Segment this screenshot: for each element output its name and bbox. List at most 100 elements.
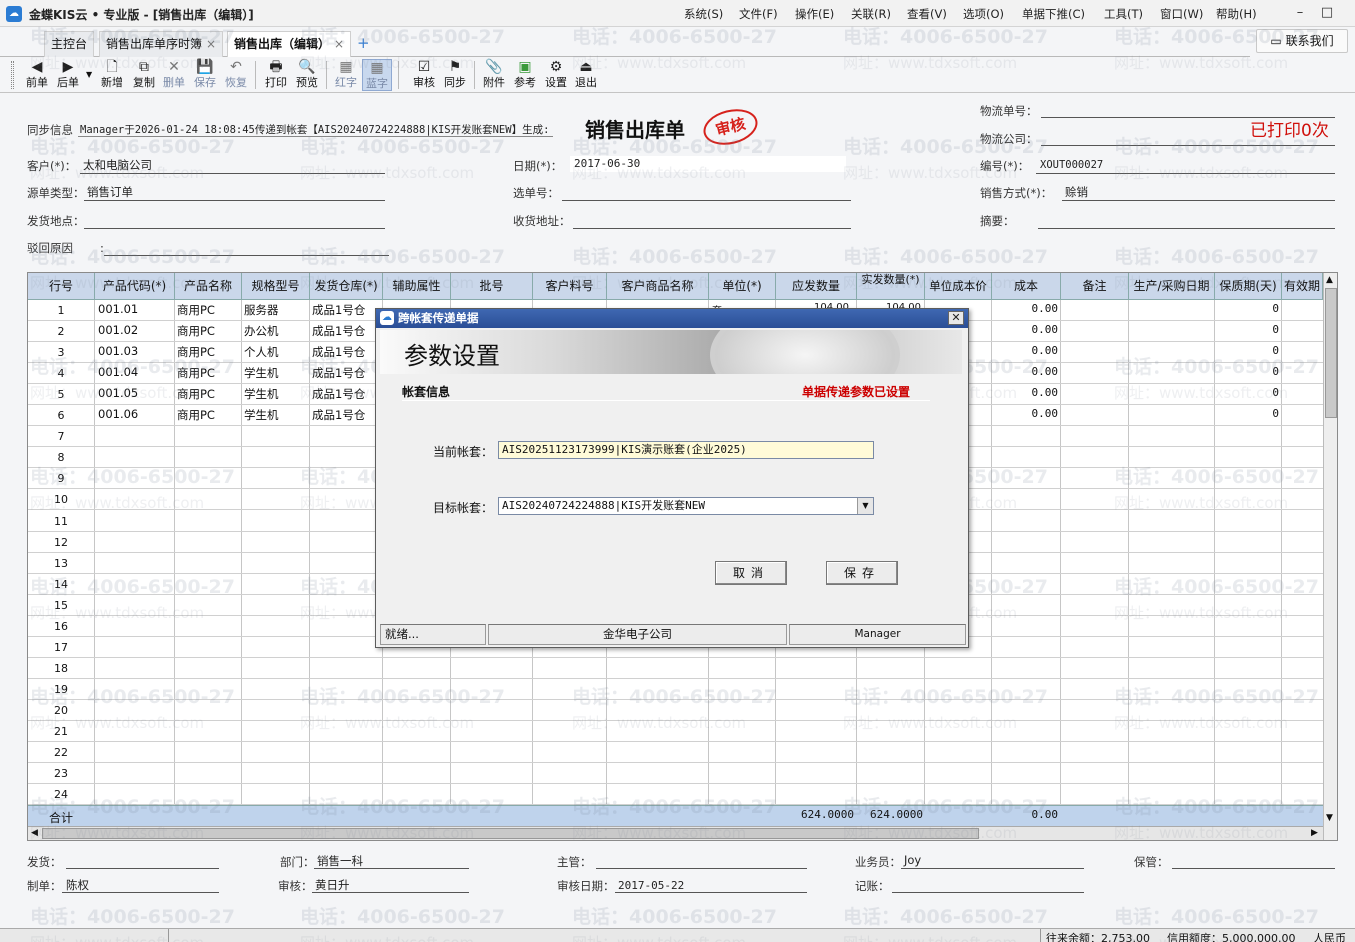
attachment-button[interactable]: 📎 附件 [479,59,509,91]
col-header-aux[interactable]: 辅助属性 [383,273,451,300]
spec-cell[interactable]: 服务器 [244,302,279,318]
warehouse-cell[interactable]: 成品1号仓 [312,365,365,381]
col-header-actual-qty[interactable]: 实发数量(*) [857,273,925,300]
number-value[interactable]: XOUT000027 [1040,159,1103,171]
recv-address-field[interactable] [573,228,851,229]
menu-help[interactable]: 帮助(H) [1216,6,1257,22]
logistics-no-field[interactable] [1041,117,1335,118]
settings-button[interactable]: ⚙ 设置 [541,59,571,91]
current-account-field[interactable]: AIS20251123173999|KIS演示账套(企业2025) [498,441,874,459]
col-header-expiry[interactable]: 有效期 [1282,273,1323,300]
spec-cell[interactable]: 个人机 [244,344,279,360]
ship-field[interactable] [66,868,219,869]
col-header-spec[interactable]: 规格型号 [242,273,310,300]
col-header-cost[interactable]: 成本 [992,273,1061,300]
ship-place-field[interactable] [84,228,385,229]
product-name-cell[interactable]: 商用PC [177,344,215,360]
sync-button[interactable]: ⚑ 同步 [440,59,470,91]
product-name-cell[interactable]: 商用PC [177,302,215,318]
product-code-cell[interactable]: 001.04 [98,365,138,379]
scroll-left-icon[interactable]: ◀ [31,828,38,838]
delete-button[interactable]: ✕ 删单 [159,59,189,91]
col-header-prod-date[interactable]: 生产/采购日期 [1129,273,1215,300]
col-header-product-name[interactable]: 产品名称 [175,273,242,300]
menu-tools[interactable]: 工具(T) [1104,6,1143,22]
table-row[interactable]: 24 [28,784,1323,804]
table-row[interactable]: 18 [28,658,1323,678]
preview-button[interactable]: 🔍 预览 [292,59,322,91]
scroll-thumb[interactable] [1325,288,1337,418]
menu-view[interactable]: 查看(V) [907,6,947,22]
spec-cell[interactable]: 学生机 [244,407,279,423]
close-icon[interactable]: × [206,37,216,51]
horizontal-scrollbar[interactable]: ◀ ▶ [28,826,1323,840]
close-window-button[interactable] [1340,3,1355,23]
target-account-select[interactable]: AIS20240724224888|KIS开发账套NEW [498,497,874,515]
col-header-due-qty[interactable]: 应发数量 [776,273,857,300]
print-button[interactable]: 🖶 打印 [261,59,291,91]
date-field[interactable]: 2017-06-30 [570,156,846,172]
menu-window[interactable]: 窗口(W) [1160,6,1203,22]
scroll-thumb[interactable] [42,828,979,839]
reject-reason-field[interactable] [104,255,389,256]
save-button[interactable]: 💾 保存 [190,59,220,91]
exit-button[interactable]: ⏏ 退出 [571,59,601,91]
close-icon[interactable]: × [334,37,344,51]
product-code-cell[interactable]: 001.05 [98,386,138,400]
cost-cell[interactable]: 0.00 [992,365,1059,378]
restore-doc-button[interactable]: ↶ 恢复 [221,59,251,91]
shelf-life-cell[interactable]: 0 [1215,323,1279,336]
audit-button[interactable]: ☑ 审核 [409,59,439,91]
add-tab-icon[interactable]: + [357,34,370,52]
prev-button[interactable]: ◀ 前单 [22,59,52,91]
table-row[interactable]: 19 [28,679,1323,699]
vertical-scrollbar[interactable]: ▲ ▼ [1323,273,1337,840]
salesman-value[interactable]: Joy [904,853,921,867]
col-header-row-no[interactable]: 行号 [28,273,95,300]
customer-value[interactable]: 太和电脑公司 [83,157,152,173]
spec-cell[interactable]: 办公机 [244,323,279,339]
select-no-field[interactable] [562,200,851,201]
source-type-value[interactable]: 销售订单 [87,184,133,200]
cancel-button[interactable]: 取消 [715,561,787,585]
menu-options[interactable]: 选项(O) [963,6,1004,22]
chevron-down-icon[interactable]: ▼ [857,498,873,514]
cost-cell[interactable]: 0.00 [992,344,1059,357]
copy-button[interactable]: ⧉ 复制 [129,59,159,91]
product-name-cell[interactable]: 商用PC [177,407,215,423]
scroll-down-icon[interactable]: ▼ [1326,813,1333,823]
menu-file[interactable]: 文件(F) [739,6,778,22]
restore-button[interactable]: □ [1313,3,1341,23]
red-button[interactable]: ▦ 红字 [331,59,361,91]
product-name-cell[interactable]: 商用PC [177,386,215,402]
product-code-cell[interactable]: 001.02 [98,323,138,337]
warehouse-cell[interactable]: 成品1号仓 [312,407,365,423]
warehouse-cell[interactable]: 成品1号仓 [312,344,365,360]
table-row[interactable]: 23 [28,763,1323,783]
shelf-life-cell[interactable]: 0 [1215,302,1279,315]
cost-cell[interactable]: 0.00 [992,386,1059,399]
product-code-cell[interactable]: 001.06 [98,407,138,421]
col-header-warehouse[interactable]: 发货仓库(*) [310,273,383,300]
save-settings-button[interactable]: 保存 [826,561,898,585]
table-row[interactable]: 22 [28,742,1323,762]
cost-cell[interactable]: 0.00 [992,323,1059,336]
shelf-life-cell[interactable]: 0 [1215,365,1279,378]
col-header-cust-product[interactable]: 客户商品名称 [607,273,709,300]
col-header-note[interactable]: 备注 [1061,273,1129,300]
reference-button[interactable]: ▣ 参考 [510,59,540,91]
chevron-down-icon[interactable]: ▼ [86,70,92,79]
manager-field[interactable] [596,868,807,869]
product-code-cell[interactable]: 001.01 [98,302,138,316]
minimize-button[interactable]: – [1286,3,1314,23]
col-header-batch[interactable]: 批号 [451,273,533,300]
menu-push-down[interactable]: 单据下推(C) [1022,6,1085,22]
scroll-right-icon[interactable]: ▶ [1311,828,1318,838]
cost-cell[interactable]: 0.00 [992,407,1059,420]
product-code-cell[interactable]: 001.03 [98,344,138,358]
cost-cell[interactable]: 0.00 [992,302,1059,315]
tab-home[interactable]: 主控台 [44,31,95,57]
col-header-shelf-life[interactable]: 保质期(天) [1215,273,1282,300]
tab-sales-out-edit[interactable]: 销售出库（编辑） × [227,31,352,57]
table-row[interactable]: 21 [28,721,1323,741]
